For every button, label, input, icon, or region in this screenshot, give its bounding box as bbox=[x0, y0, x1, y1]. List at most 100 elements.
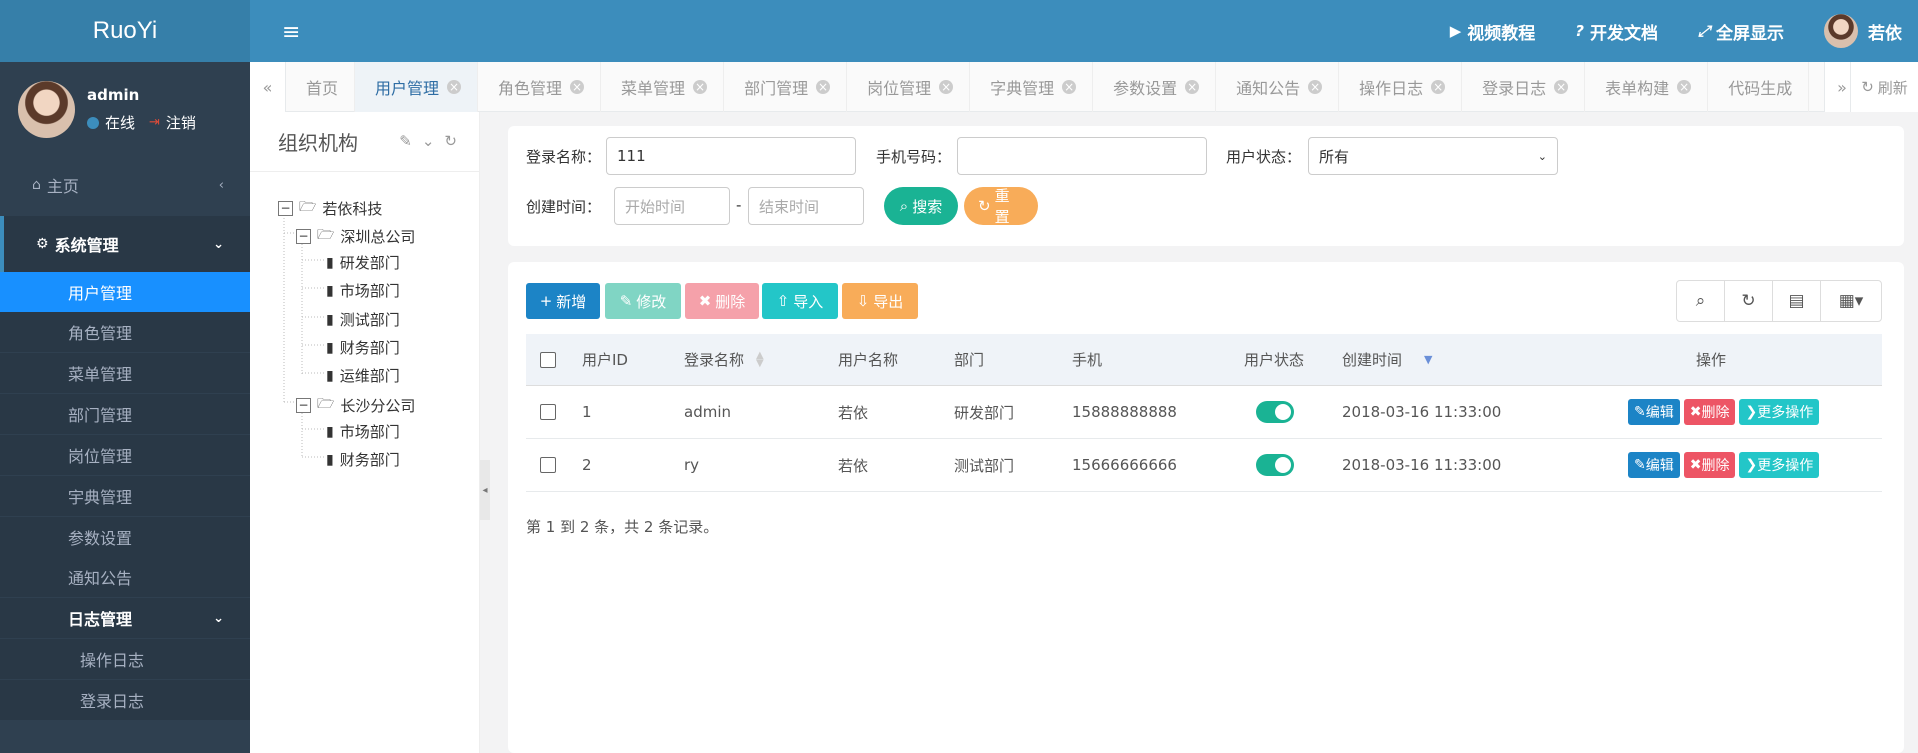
status-toggle[interactable] bbox=[1256, 439, 1294, 491]
tab-home[interactable]: 首页 bbox=[286, 62, 356, 112]
tree-node-branch[interactable]: − 🗁 长沙分公司 bbox=[296, 393, 415, 417]
tree-node-root[interactable]: − 🗁 若依科技 bbox=[278, 196, 382, 220]
tab-notices[interactable]: 通知公告 × bbox=[1216, 62, 1340, 112]
tab-codegen[interactable]: 代码生成 bbox=[1708, 62, 1810, 112]
tab-menus[interactable]: 菜单管理 × bbox=[601, 62, 725, 112]
close-icon[interactable]: × bbox=[1185, 80, 1200, 94]
collapse-panel-handle[interactable]: ◂ bbox=[480, 460, 490, 520]
tree-node-leaf[interactable]: ▮ 财务部门 bbox=[326, 337, 400, 358]
tree-node-leaf[interactable]: ▮ 市场部门 bbox=[326, 280, 400, 301]
edit-button[interactable]: ✎ 修改 bbox=[605, 283, 681, 319]
minus-icon[interactable]: − bbox=[278, 200, 293, 216]
status-toggle[interactable] bbox=[1256, 386, 1294, 438]
tab-users[interactable]: 用户管理 × bbox=[355, 62, 479, 112]
close-icon[interactable]: × bbox=[570, 80, 585, 94]
row-more-button[interactable]: ❯ 更多操作 bbox=[1739, 399, 1820, 425]
row-checkbox[interactable] bbox=[540, 386, 556, 438]
col-dept[interactable]: 部门 bbox=[954, 334, 984, 385]
end-time-input[interactable]: 结束时间 bbox=[748, 187, 864, 225]
start-time-input[interactable]: 开始时间 bbox=[614, 187, 730, 225]
row-edit-button[interactable]: ✎ 编辑 bbox=[1628, 399, 1680, 425]
tab-operlog[interactable]: 操作日志 × bbox=[1339, 62, 1463, 112]
user-menu[interactable]: 若依 bbox=[1824, 14, 1902, 48]
close-icon[interactable]: × bbox=[1308, 80, 1323, 94]
close-icon[interactable]: × bbox=[447, 80, 462, 94]
tree-node-leaf[interactable]: ▮ 运维部门 bbox=[326, 365, 400, 386]
tab-loginlog[interactable]: 登录日志 × bbox=[1462, 62, 1586, 112]
close-icon[interactable]: × bbox=[1677, 80, 1692, 94]
tab-roles[interactable]: 角色管理 × bbox=[478, 62, 602, 112]
status-select[interactable]: 所有 ⌄ bbox=[1308, 137, 1558, 175]
tab-posts[interactable]: 岗位管理 × bbox=[847, 62, 971, 112]
export-button[interactable]: ⇩ 导出 bbox=[842, 283, 918, 319]
col-status[interactable]: 用户状态 bbox=[1244, 334, 1304, 385]
select-all-checkbox[interactable] bbox=[540, 334, 556, 385]
tab-formbuild[interactable]: 表单构建 × bbox=[1585, 62, 1709, 112]
row-checkbox[interactable] bbox=[540, 439, 556, 491]
toggle-switch[interactable] bbox=[1256, 401, 1294, 423]
row-delete-button[interactable]: ✖ 删除 bbox=[1683, 452, 1736, 478]
sidebar-item-users[interactable]: 用户管理 bbox=[0, 272, 250, 312]
row-edit-button[interactable]: ✎ 编辑 bbox=[1628, 452, 1680, 478]
tree-node-leaf[interactable]: ▮ 测试部门 bbox=[326, 309, 400, 330]
tree-node-branch[interactable]: − 🗁 深圳总公司 bbox=[296, 224, 415, 248]
col-user-name[interactable]: 用户名称 bbox=[838, 334, 898, 385]
add-button[interactable]: + 新增 bbox=[526, 283, 600, 319]
row-more-button[interactable]: ❯ 更多操作 bbox=[1739, 452, 1820, 478]
delete-button[interactable]: ✖ 删除 bbox=[685, 283, 759, 319]
search-icon[interactable]: ⌕ bbox=[1677, 281, 1725, 321]
sidebar-item-roles[interactable]: 角色管理 bbox=[0, 312, 250, 352]
close-icon[interactable]: × bbox=[1554, 80, 1569, 94]
sidebar-item-system[interactable]: ⚙ 系统管理 ⌄ bbox=[0, 216, 250, 272]
sidebar-item-dicts[interactable]: 宇典管理 bbox=[0, 476, 250, 516]
checkbox[interactable] bbox=[540, 351, 556, 368]
fullscreen-link[interactable]: ⤢ 全屏显示 bbox=[1698, 19, 1784, 44]
sidebar-item-posts[interactable]: 岗位管理 bbox=[0, 435, 250, 475]
toggle-switch[interactable] bbox=[1256, 454, 1294, 476]
columns-icon[interactable]: ▤ bbox=[1773, 281, 1821, 321]
search-button[interactable]: ⌕ 搜索 bbox=[884, 187, 958, 225]
logout-icon[interactable]: ⇥ bbox=[149, 115, 160, 130]
close-icon[interactable]: × bbox=[816, 80, 831, 94]
col-created[interactable]: 创建时间 ▼ bbox=[1342, 334, 1432, 385]
close-icon[interactable]: × bbox=[1062, 80, 1077, 94]
app-logo[interactable]: RuoYi bbox=[0, 0, 250, 62]
logout-link[interactable]: 注销 bbox=[166, 112, 196, 133]
row-delete-button[interactable]: ✖ 删除 bbox=[1683, 399, 1736, 425]
tree-node-leaf[interactable]: ▮ 市场部门 bbox=[326, 421, 400, 442]
close-icon[interactable]: × bbox=[693, 80, 708, 94]
sidebar-item-params[interactable]: 参数设置 bbox=[0, 517, 250, 557]
refresh-tab-button[interactable]: ↻ 刷新 bbox=[1850, 62, 1918, 112]
col-user-id[interactable]: 用户ID bbox=[582, 334, 628, 385]
sidebar-item-notices[interactable]: 通知公告 bbox=[0, 557, 250, 597]
tree-node-leaf[interactable]: ▮ 研发部门 bbox=[326, 252, 400, 273]
tab-depts[interactable]: 部门管理 × bbox=[724, 62, 848, 112]
sidebar-item-depts[interactable]: 部门管理 bbox=[0, 394, 250, 434]
sidebar-item-home[interactable]: ⌂ 主页 ‹ bbox=[0, 160, 250, 210]
phone-input[interactable] bbox=[957, 137, 1207, 175]
sidebar-item-logs[interactable]: 日志管理 ⌄ bbox=[0, 598, 250, 638]
minus-icon[interactable]: − bbox=[296, 397, 311, 413]
checkbox[interactable] bbox=[540, 457, 556, 473]
login-name-input[interactable]: 111 bbox=[606, 137, 856, 175]
tree-node-leaf[interactable]: ▮ 财务部门 bbox=[326, 449, 400, 470]
tab-dicts[interactable]: 字典管理 × bbox=[970, 62, 1094, 112]
grid-menu-icon[interactable]: ▦▾ bbox=[1821, 281, 1881, 321]
sidebar-item-menus[interactable]: 菜单管理 bbox=[0, 353, 250, 393]
sidebar-item-operlog[interactable]: 操作日志 bbox=[0, 639, 250, 679]
close-icon[interactable]: × bbox=[939, 80, 954, 94]
col-login-name[interactable]: 登录名称 ▲ ▼ bbox=[684, 334, 764, 385]
close-icon[interactable]: × bbox=[1431, 80, 1446, 94]
col-phone[interactable]: 手机 bbox=[1072, 334, 1102, 385]
import-button[interactable]: ⇧ 导入 bbox=[762, 283, 838, 319]
hamburger-menu-icon[interactable]: ≡ bbox=[282, 20, 300, 45]
refresh-icon[interactable]: ↻ bbox=[1725, 281, 1773, 321]
checkbox[interactable] bbox=[540, 404, 556, 420]
video-tutorial-link[interactable]: ▶ 视频教程 bbox=[1450, 19, 1536, 44]
sidebar-item-loginlog[interactable]: 登录日志 bbox=[0, 680, 250, 720]
reset-button[interactable]: ↻ 重置 bbox=[964, 187, 1038, 226]
tab-params[interactable]: 参数设置 × bbox=[1093, 62, 1217, 112]
tabs-scroll-left-icon[interactable]: « bbox=[250, 62, 286, 112]
dev-docs-link[interactable]: ? 开发文档 bbox=[1575, 19, 1658, 44]
minus-icon[interactable]: − bbox=[296, 228, 311, 244]
